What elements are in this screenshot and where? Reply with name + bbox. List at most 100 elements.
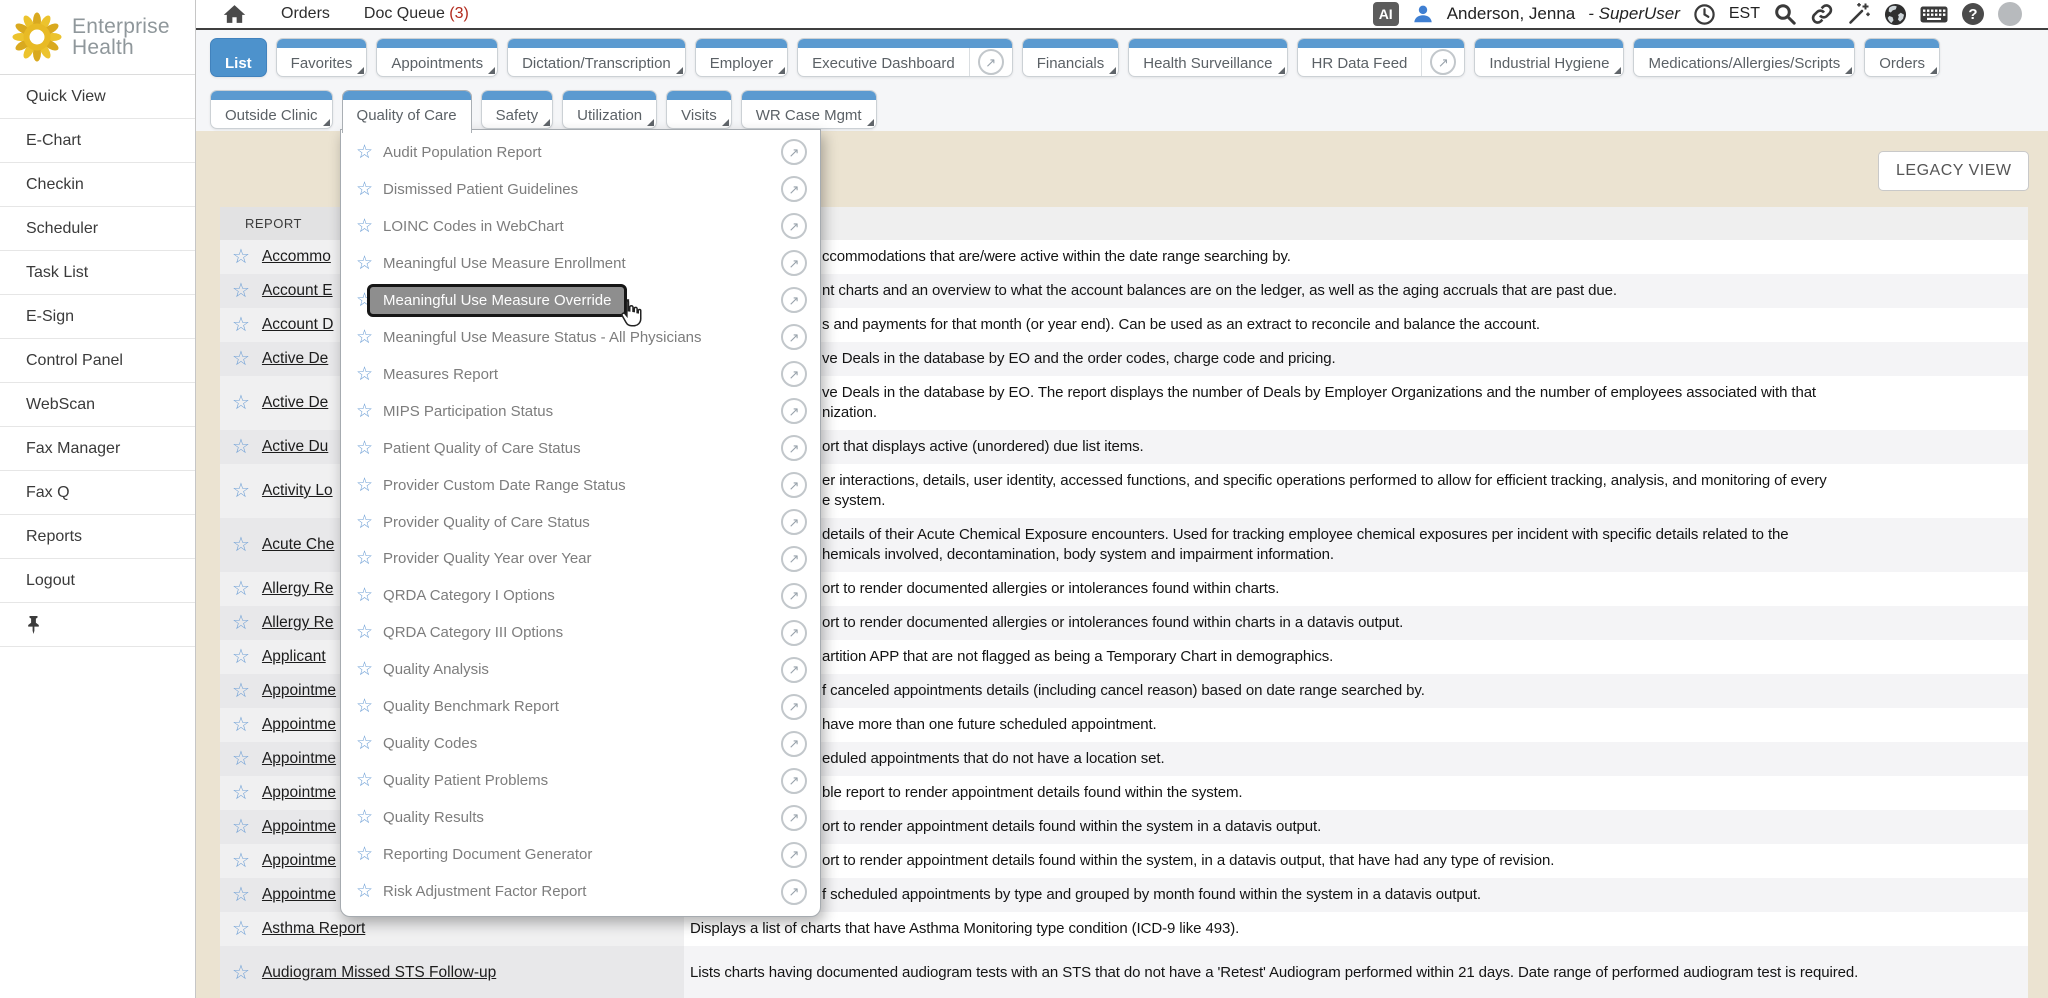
favorite-star-icon[interactable]: ☆ <box>232 817 250 837</box>
open-in-new-icon[interactable]: ↗ <box>781 324 807 350</box>
menu-item-provider-quality-year-over-year[interactable]: ☆Provider Quality Year over Year↗ <box>341 540 820 577</box>
favorite-star-icon[interactable]: ☆ <box>232 963 250 983</box>
favorite-star-icon[interactable]: ☆ <box>232 481 250 501</box>
favorite-star-icon[interactable]: ☆ <box>356 845 373 864</box>
open-in-new-icon[interactable]: ↗ <box>781 842 807 868</box>
report-link-appointme[interactable]: Appointme <box>262 818 336 836</box>
favorite-star-icon[interactable]: ☆ <box>356 476 373 495</box>
favorite-star-icon[interactable]: ☆ <box>356 143 373 162</box>
sidebar-item-fax-q[interactable]: Fax Q <box>0 471 195 515</box>
open-in-new-icon[interactable]: ↗ <box>781 139 807 165</box>
favorite-star-icon[interactable]: ☆ <box>232 681 250 701</box>
report-link-active-de[interactable]: Active De <box>262 350 328 368</box>
ai-badge[interactable]: AI <box>1373 2 1399 26</box>
sidebar-item-scheduler[interactable]: Scheduler <box>0 207 195 251</box>
favorite-star-icon[interactable]: ☆ <box>356 697 373 716</box>
favorite-star-icon[interactable]: ☆ <box>356 586 373 605</box>
favorite-star-icon[interactable]: ☆ <box>356 734 373 753</box>
clock-icon[interactable] <box>1693 3 1716 26</box>
open-in-new-icon[interactable]: ↗ <box>781 657 807 683</box>
tab-utilization[interactable]: Utilization <box>562 90 657 129</box>
open-in-new-icon[interactable]: ↗ <box>781 398 807 424</box>
favorite-star-icon[interactable]: ☆ <box>232 315 250 335</box>
favorite-star-icon[interactable]: ☆ <box>356 365 373 384</box>
tab-list[interactable]: List <box>210 38 267 77</box>
nav-doc-queue[interactable]: Doc Queue (3) <box>364 5 469 23</box>
legacy-view-button[interactable]: LEGACY VIEW <box>1878 151 2029 191</box>
menu-item-risk-adjustment-factor-report[interactable]: ☆Risk Adjustment Factor Report↗ <box>341 873 820 910</box>
menu-item-measures-report[interactable]: ☆Measures Report↗ <box>341 356 820 393</box>
menu-item-loinc-codes-in-webchart[interactable]: ☆LOINC Codes in WebChart↗ <box>341 208 820 245</box>
tab-favorites[interactable]: Favorites <box>276 38 368 77</box>
open-in-new-icon[interactable]: ↗ <box>781 805 807 831</box>
favorite-star-icon[interactable]: ☆ <box>356 623 373 642</box>
tab-outside-clinic[interactable]: Outside Clinic <box>210 90 333 129</box>
tab-hr-data-feed[interactable]: HR Data Feed↗ <box>1297 38 1466 77</box>
tab-health-surveillance[interactable]: Health Surveillance <box>1128 38 1287 77</box>
favorite-star-icon[interactable]: ☆ <box>232 715 250 735</box>
favorite-star-icon[interactable]: ☆ <box>356 882 373 901</box>
tab-safety[interactable]: Safety <box>481 90 554 129</box>
report-link-asthma-report[interactable]: Asthma Report <box>262 920 365 938</box>
menu-item-meaningful-use-measure-override[interactable]: ☆Meaningful Use Measure Override↗ <box>341 282 820 319</box>
magic-wand-icon[interactable] <box>1847 2 1871 26</box>
sidebar-item-e-chart[interactable]: E-Chart <box>0 119 195 163</box>
external-link-segment[interactable]: ↗ <box>1421 39 1464 76</box>
favorite-star-icon[interactable]: ☆ <box>232 247 250 267</box>
menu-item-quality-results[interactable]: ☆Quality Results↗ <box>341 799 820 836</box>
sidebar-pin-row[interactable] <box>0 603 195 647</box>
search-icon[interactable] <box>1773 2 1797 26</box>
menu-item-patient-quality-of-care-status[interactable]: ☆Patient Quality of Care Status↗ <box>341 430 820 467</box>
home-icon[interactable] <box>222 3 247 25</box>
tab-visits[interactable]: Visits <box>666 90 732 129</box>
report-link-allergy-re[interactable]: Allergy Re <box>262 614 334 632</box>
tab-employer[interactable]: Employer <box>695 38 788 77</box>
favorite-star-icon[interactable]: ☆ <box>232 919 250 939</box>
report-link-appointme[interactable]: Appointme <box>262 682 336 700</box>
menu-item-quality-patient-problems[interactable]: ☆Quality Patient Problems↗ <box>341 762 820 799</box>
favorite-star-icon[interactable]: ☆ <box>356 254 373 273</box>
keyboard-icon[interactable] <box>1920 4 1948 25</box>
external-link-segment[interactable]: ↗ <box>969 39 1012 76</box>
menu-item-quality-analysis[interactable]: ☆Quality Analysis↗ <box>341 651 820 688</box>
menu-item-mips-participation-status[interactable]: ☆MIPS Participation Status↗ <box>341 393 820 430</box>
report-link-audiogram-missed-sts-follow-up[interactable]: Audiogram Missed STS Follow-up <box>262 964 496 982</box>
report-link-appointme[interactable]: Appointme <box>262 716 336 734</box>
favorite-star-icon[interactable]: ☆ <box>232 851 250 871</box>
favorite-star-icon[interactable]: ☆ <box>356 439 373 458</box>
open-in-new-icon[interactable]: ↗ <box>781 546 807 572</box>
tab-executive-dashboard[interactable]: Executive Dashboard↗ <box>797 38 1013 77</box>
menu-item-quality-codes[interactable]: ☆Quality Codes↗ <box>341 725 820 762</box>
menu-item-meaningful-use-measure-status-all-physicians[interactable]: ☆Meaningful Use Measure Status - All Phy… <box>341 319 820 356</box>
open-in-new-icon[interactable]: ↗ <box>781 694 807 720</box>
avatar-circle[interactable] <box>1998 2 2022 26</box>
open-in-new-icon[interactable]: ↗ <box>781 472 807 498</box>
report-link-appointme[interactable]: Appointme <box>262 784 336 802</box>
favorite-star-icon[interactable]: ☆ <box>356 180 373 199</box>
tab-orders[interactable]: Orders <box>1864 38 1940 77</box>
favorite-star-icon[interactable]: ☆ <box>356 808 373 827</box>
report-link-appointme[interactable]: Appointme <box>262 886 336 904</box>
tab-medications-allergies-scripts[interactable]: Medications/Allergies/Scripts <box>1633 38 1855 77</box>
report-link-appointme[interactable]: Appointme <box>262 852 336 870</box>
open-in-new-icon[interactable]: ↗ <box>781 287 807 313</box>
tab-appointments[interactable]: Appointments <box>376 38 498 77</box>
report-link-allergy-re[interactable]: Allergy Re <box>262 580 334 598</box>
report-link-activity-lo[interactable]: Activity Lo <box>262 482 333 500</box>
help-icon[interactable]: ? <box>1961 2 1985 26</box>
open-in-new-icon[interactable]: ↗ <box>781 176 807 202</box>
favorite-star-icon[interactable]: ☆ <box>356 513 373 532</box>
report-link-active-du[interactable]: Active Du <box>262 438 328 456</box>
report-link-accommo[interactable]: Accommo <box>262 248 331 266</box>
favorite-star-icon[interactable]: ☆ <box>232 885 250 905</box>
report-link-acute-che[interactable]: Acute Che <box>262 536 334 554</box>
sidebar-item-e-sign[interactable]: E-Sign <box>0 295 195 339</box>
favorite-star-icon[interactable]: ☆ <box>232 281 250 301</box>
open-in-new-icon[interactable]: ↗ <box>781 731 807 757</box>
tab-financials[interactable]: Financials <box>1022 38 1120 77</box>
globe-icon[interactable] <box>1884 3 1907 26</box>
menu-item-qrda-category-i-options[interactable]: ☆QRDA Category I Options↗ <box>341 577 820 614</box>
open-in-new-icon[interactable]: ↗ <box>781 361 807 387</box>
sidebar-item-quick-view[interactable]: Quick View <box>0 75 195 119</box>
favorite-star-icon[interactable]: ☆ <box>232 393 250 413</box>
